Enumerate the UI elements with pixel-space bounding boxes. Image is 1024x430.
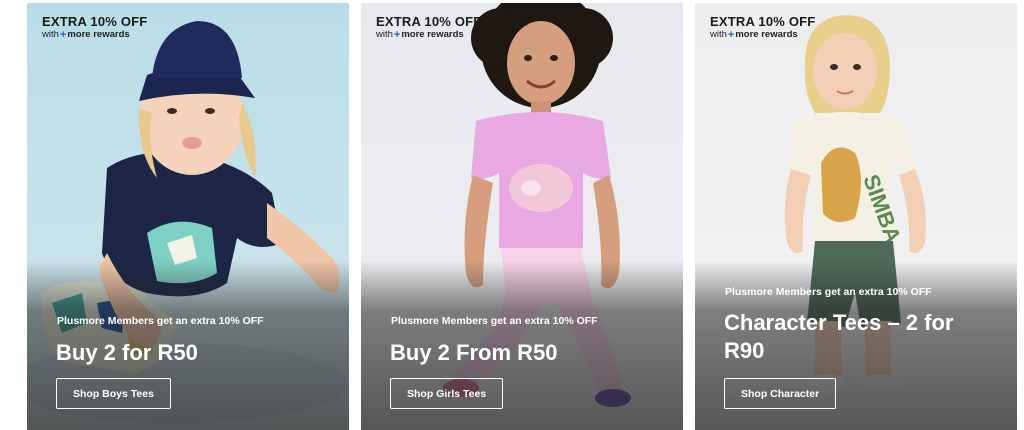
badge-subtitle: with + more rewards — [710, 29, 815, 41]
card-headline: Buy 2 for R50 — [56, 340, 198, 365]
promo-card-boys-tees[interactable]: EXTRA 10% OFF with + more rewards Plusmo… — [27, 3, 349, 430]
badge-rewards-text: more rewards — [401, 29, 464, 40]
card-headline: Buy 2 From R50 — [390, 340, 558, 365]
promo-card-character-tees[interactable]: SIMBA EXTRA 10% OFF with + more rewards … — [695, 3, 1017, 430]
badge-with-text: with — [42, 29, 59, 40]
badge-subtitle: with + more rewards — [376, 29, 481, 41]
badge-with-text: with — [376, 29, 393, 40]
plusmore-plus-icon: + — [59, 29, 67, 41]
plusmore-plus-icon: + — [727, 29, 735, 41]
badge-title: EXTRA 10% OFF — [42, 14, 148, 29]
shop-boys-tees-button[interactable]: Shop Boys Tees — [56, 378, 171, 409]
card-headline: Character Tees – 2 for R90 — [724, 310, 954, 363]
plusmore-promo-text: Plusmore Members get an extra 10% OFF — [391, 315, 598, 327]
promo-card-girls-tees[interactable]: EXTRA 10% OFF with + more rewards Plusmo… — [361, 3, 683, 430]
badge-title: EXTRA 10% OFF — [710, 14, 816, 29]
plusmore-promo-text: Plusmore Members get an extra 10% OFF — [57, 315, 264, 327]
shop-character-button[interactable]: Shop Character — [724, 378, 837, 409]
plusmore-plus-icon: + — [393, 29, 401, 41]
badge-rewards-text: more rewards — [67, 29, 130, 40]
badge-with-text: with — [710, 29, 727, 40]
plusmore-promo-text: Plusmore Members get an extra 10% OFF — [725, 286, 932, 298]
extra-discount-badge: EXTRA 10% OFF with + more rewards — [710, 15, 815, 41]
badge-rewards-text: more rewards — [735, 29, 798, 40]
extra-discount-badge: EXTRA 10% OFF with + more rewards — [376, 15, 481, 41]
badge-title: EXTRA 10% OFF — [376, 14, 482, 29]
extra-discount-badge: EXTRA 10% OFF with + more rewards — [42, 15, 147, 41]
badge-subtitle: with + more rewards — [42, 29, 147, 41]
shop-girls-tees-button[interactable]: Shop Girls Tees — [390, 378, 504, 409]
